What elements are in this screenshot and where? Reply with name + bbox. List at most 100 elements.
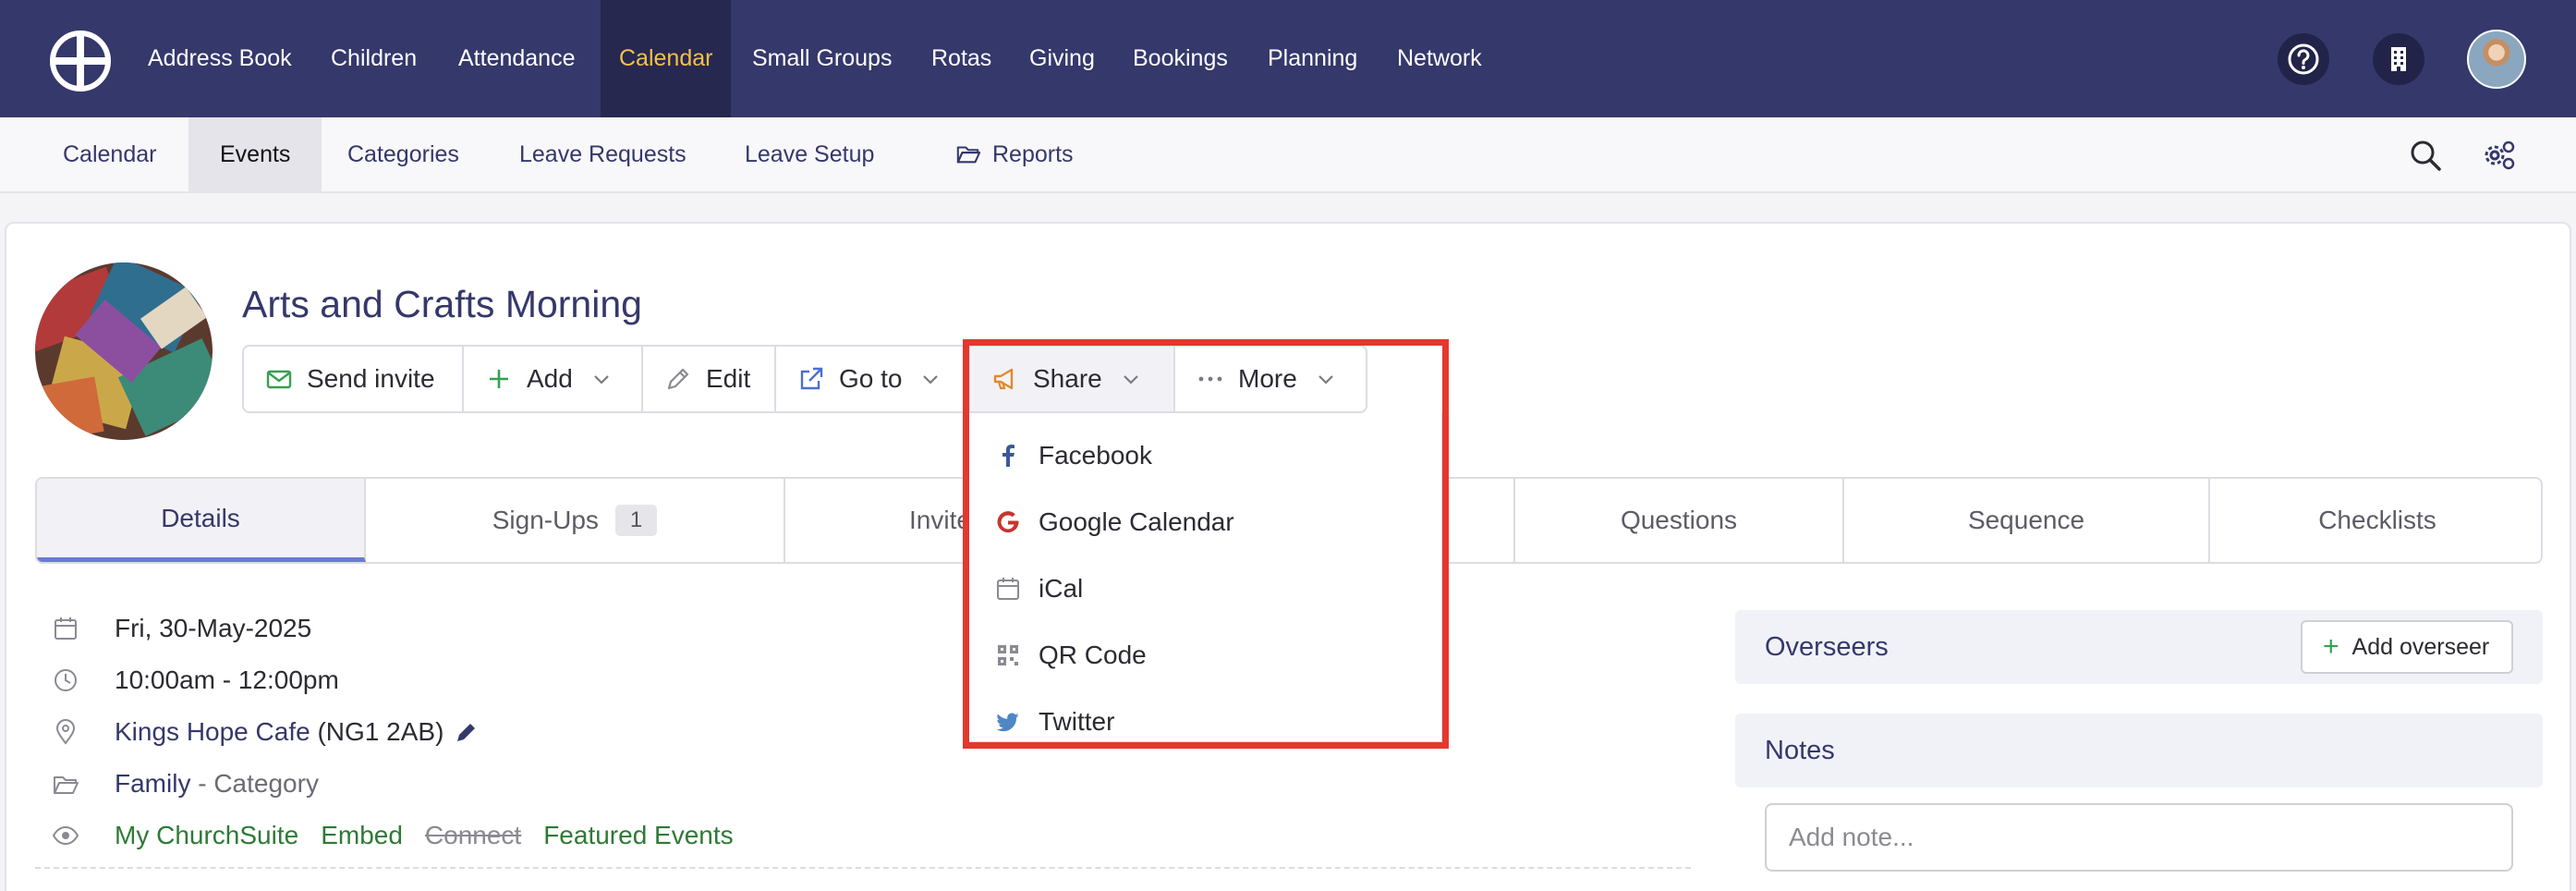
chevron-down-icon	[1318, 375, 1333, 384]
churchsuite-logo-icon[interactable]	[50, 31, 111, 92]
tab-details[interactable]: Details	[37, 479, 366, 562]
visibility-connect: Connect	[424, 821, 522, 849]
event-time-row: 10:00am - 12:00pm	[52, 662, 339, 699]
add-note-input[interactable]	[1765, 803, 2513, 872]
nav-rotas[interactable]: Rotas	[913, 0, 1010, 117]
subnav-events[interactable]: Events	[188, 117, 322, 191]
share-dropdown-button[interactable]: Share	[968, 345, 1175, 413]
nav-calendar[interactable]: Calendar	[601, 0, 732, 117]
add-overseer-button[interactable]: + Add overseer	[2301, 620, 2513, 674]
ical-label: iCal	[1039, 574, 1084, 603]
nav-network[interactable]: Network	[1379, 0, 1501, 117]
settings-gear-icon[interactable]	[2480, 137, 2517, 174]
category-link[interactable]: Family	[115, 769, 190, 799]
send-invite-label: Send invite	[307, 364, 435, 393]
event-image	[35, 262, 213, 440]
share-menu-item-ical[interactable]: iCal	[968, 556, 1443, 621]
help-button[interactable]	[2278, 33, 2329, 85]
event-date: Fri, 30-May-2025	[115, 614, 312, 642]
building-icon	[2391, 47, 2406, 71]
nav-giving[interactable]: Giving	[1011, 0, 1113, 117]
tab-questions[interactable]: Questions	[1515, 479, 1844, 562]
eye-icon	[52, 825, 79, 846]
tab-questions-label: Questions	[1620, 506, 1738, 534]
details-divider	[35, 867, 1691, 869]
qr-code-label: QR Code	[1039, 641, 1147, 669]
nav-attendance[interactable]: Attendance	[440, 0, 594, 117]
qr-code-icon	[998, 645, 1018, 665]
share-menu-item-facebook[interactable]: Facebook	[968, 423, 1443, 488]
sub-navigation-bar: Calendar Events Categories Leave Request…	[0, 117, 2576, 193]
search-icon[interactable]	[2407, 137, 2444, 174]
subnav-leave-setup[interactable]: Leave Setup	[713, 117, 905, 191]
folder-open-icon	[54, 776, 79, 794]
more-dropdown-button[interactable]: More	[1173, 345, 1367, 413]
nav-bookings[interactable]: Bookings	[1114, 0, 1246, 117]
event-visibility-row: My ChurchSuite Embed Connect Featured Ev…	[52, 817, 734, 854]
subnav-calendar[interactable]: Calendar	[31, 117, 188, 191]
plus-icon: +	[2323, 631, 2339, 662]
event-time: 10:00am - 12:00pm	[115, 665, 339, 694]
tab-checklists-label: Checklists	[2318, 506, 2436, 534]
chevron-down-icon	[594, 375, 609, 384]
add-dropdown-button[interactable]: Add	[462, 345, 643, 413]
tab-checklists[interactable]: Checklists	[2210, 479, 2541, 562]
chevron-down-icon	[1123, 375, 1138, 384]
overseers-title: Overseers	[1765, 632, 1889, 662]
facebook-label: Facebook	[1039, 441, 1152, 470]
user-avatar[interactable]	[2467, 30, 2526, 89]
google-icon	[997, 511, 1019, 533]
clock-icon	[55, 669, 77, 691]
subnav-categories[interactable]: Categories	[316, 117, 491, 191]
location-link[interactable]: Kings Hope Cafe	[115, 717, 310, 747]
nav-small-groups[interactable]: Small Groups	[734, 0, 910, 117]
tab-sign-ups-label: Sign-Ups	[492, 506, 599, 534]
notes-panel: Notes	[1735, 714, 2543, 787]
share-menu-item-qr-code[interactable]: QR Code	[968, 623, 1443, 688]
folder-open-icon	[956, 146, 981, 164]
tab-details-label: Details	[161, 503, 240, 532]
map-pin-icon	[55, 719, 76, 745]
location-postcode: (NG1 2AB)	[317, 717, 444, 746]
more-label: More	[1238, 364, 1297, 393]
nav-planning[interactable]: Planning	[1249, 0, 1376, 117]
send-invite-button[interactable]: Send invite	[242, 345, 464, 413]
calendar-icon	[55, 617, 77, 640]
calendar-icon	[997, 578, 1019, 600]
nav-children[interactable]: Children	[312, 0, 435, 117]
sign-ups-count-badge: 1	[614, 505, 658, 536]
share-label: Share	[1033, 364, 1102, 393]
edit-button[interactable]: Edit	[641, 345, 776, 413]
share-menu-item-google-calendar[interactable]: Google Calendar	[968, 490, 1443, 555]
pencil-icon	[667, 368, 689, 390]
subnav-reports[interactable]: Reports	[924, 117, 1105, 191]
visibility-embed: Embed	[321, 821, 403, 849]
subnav-reports-label: Reports	[992, 141, 1074, 167]
event-category-row: Family - Category	[52, 765, 319, 802]
organisation-button[interactable]	[2373, 33, 2424, 85]
envelope-icon	[266, 370, 292, 389]
google-calendar-label: Google Calendar	[1039, 507, 1234, 536]
subnav-leave-requests[interactable]: Leave Requests	[488, 117, 718, 191]
nav-address-book[interactable]: Address Book	[129, 0, 310, 117]
event-location-row: Kings Hope Cafe (NG1 2AB)	[52, 714, 480, 751]
tab-sequence[interactable]: Sequence	[1844, 479, 2210, 562]
plus-icon	[490, 370, 508, 388]
twitter-label: Twitter	[1039, 707, 1115, 736]
top-navigation-bar: Address Book Children Attendance Calenda…	[0, 0, 2576, 117]
visibility-my-churchsuite: My ChurchSuite	[115, 821, 299, 849]
ellipsis-icon	[1198, 376, 1222, 382]
share-dropdown-menu: Facebook Google Calendar iCal QR Code Tw…	[967, 413, 1442, 742]
edit-location-pencil-icon[interactable]	[453, 718, 480, 746]
category-suffix: - Category	[198, 769, 319, 798]
add-label: Add	[527, 364, 573, 393]
go-to-dropdown-button[interactable]: Go to	[774, 345, 970, 413]
tab-sign-ups[interactable]: Sign-Ups 1	[366, 479, 785, 562]
notes-title: Notes	[1765, 736, 1835, 765]
help-icon	[2288, 43, 2319, 75]
event-title[interactable]: Arts and Crafts Morning	[242, 283, 642, 326]
add-overseer-label: Add overseer	[2351, 633, 2490, 660]
go-to-label: Go to	[839, 364, 903, 393]
visibility-featured-events: Featured Events	[543, 821, 734, 849]
share-menu-item-twitter[interactable]: Twitter	[968, 690, 1443, 754]
